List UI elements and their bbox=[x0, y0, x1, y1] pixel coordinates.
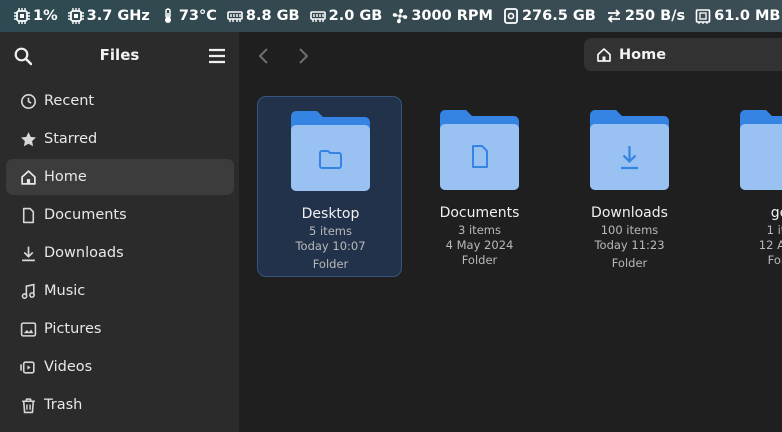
temperature-stat: 73°C bbox=[160, 8, 217, 24]
sidebar-places-list: Recent Starred Home Documents Downloads … bbox=[6, 83, 234, 425]
sidebar-item-label: Documents bbox=[44, 207, 127, 223]
gpu-memory-value: 61.0 MB bbox=[714, 8, 781, 24]
file-item-count: 3 items bbox=[458, 223, 501, 237]
file-tile-documents[interactable]: Documents 3 items 4 May 2024 Folder bbox=[407, 96, 552, 277]
star-icon bbox=[21, 131, 36, 146]
pathbar-location-label: Home bbox=[619, 46, 667, 63]
sidebar: Files Recent Starred Home Documents Down… bbox=[0, 32, 239, 432]
sidebar-item-videos[interactable]: Videos bbox=[6, 349, 234, 385]
fan-value: 3000 RPM bbox=[411, 8, 493, 24]
file-name: ge bbox=[770, 205, 782, 221]
sidebar-item-pictures[interactable]: Pictures bbox=[6, 311, 234, 347]
sidebar-item-label: Recent bbox=[44, 93, 95, 109]
file-type: Folder bbox=[461, 253, 498, 267]
home-icon bbox=[21, 169, 36, 185]
folder-icon bbox=[590, 110, 669, 190]
file-item-count: 5 items bbox=[309, 224, 352, 238]
file-type: Fold bbox=[767, 253, 782, 267]
music-icon bbox=[21, 283, 35, 299]
sidebar-item-recent[interactable]: Recent bbox=[6, 83, 234, 119]
sidebar-header: Files bbox=[0, 32, 239, 78]
file-name: Desktop bbox=[301, 206, 360, 222]
disk-stat: 276.5 GB bbox=[503, 8, 596, 24]
swap-stat: 2.0 GB bbox=[309, 8, 383, 24]
gpu-memory-stat: 61.0 MB bbox=[695, 8, 780, 24]
file-modified-date: 12 Apri bbox=[758, 238, 782, 252]
file-modified-date: Today 11:23 bbox=[594, 238, 665, 252]
main-content: Home Desktop 5 items Today 10:07 Folder … bbox=[239, 32, 782, 432]
sidebar-item-label: Starred bbox=[44, 131, 98, 147]
folder-icon bbox=[291, 111, 370, 191]
sidebar-item-music[interactable]: Music bbox=[6, 273, 234, 309]
gpu-icon bbox=[695, 9, 711, 24]
hamburger-menu-icon[interactable] bbox=[207, 46, 227, 66]
sidebar-item-label: Home bbox=[44, 169, 87, 185]
memory-icon bbox=[227, 11, 243, 22]
file-name: Downloads bbox=[591, 205, 668, 221]
file-modified-date: 4 May 2024 bbox=[445, 238, 514, 252]
file-type: Folder bbox=[611, 256, 648, 270]
cpu-frequency-stat: 3.7 GHz bbox=[67, 8, 150, 24]
network-value: 250 B/s bbox=[624, 8, 686, 24]
sidebar-item-documents[interactable]: Documents bbox=[6, 197, 234, 233]
file-name: Documents bbox=[439, 205, 520, 221]
sidebar-item-downloads[interactable]: Downloads bbox=[6, 235, 234, 271]
memory-stat: 8.8 GB bbox=[227, 8, 300, 24]
sidebar-item-home[interactable]: Home bbox=[6, 159, 234, 195]
clock-icon bbox=[21, 93, 36, 109]
file-tile-desktop[interactable]: Desktop 5 items Today 10:07 Folder bbox=[257, 96, 402, 277]
cpu-usage-value: 1% bbox=[33, 8, 58, 24]
memory-icon bbox=[309, 11, 326, 22]
download-icon bbox=[22, 246, 35, 261]
location-pathbar[interactable]: Home bbox=[584, 38, 782, 71]
sidebar-item-label: Pictures bbox=[44, 321, 102, 337]
cpu-frequency-value: 3.7 GHz bbox=[86, 8, 150, 24]
file-tile-partial[interactable]: ge 1 ite 12 Apri Fold bbox=[707, 96, 782, 277]
trash-icon bbox=[22, 397, 35, 413]
disk-value: 276.5 GB bbox=[521, 8, 596, 24]
sidebar-item-label: Videos bbox=[44, 359, 93, 375]
sidebar-item-label: Trash bbox=[44, 397, 83, 413]
cpu-icon bbox=[67, 8, 84, 24]
file-item-count: 100 items bbox=[600, 223, 659, 237]
sidebar-item-label: Music bbox=[44, 283, 86, 299]
file-item-count: 1 ite bbox=[766, 223, 782, 237]
thermometer-icon bbox=[164, 8, 171, 23]
network-arrows-icon bbox=[607, 9, 621, 23]
file-tile-downloads[interactable]: Downloads 100 items Today 11:23 Folder bbox=[557, 96, 702, 277]
cpu-usage-stat: 1% bbox=[14, 8, 58, 24]
sidebar-item-starred[interactable]: Starred bbox=[6, 121, 234, 157]
folder-icon bbox=[740, 110, 782, 190]
back-arrow-icon[interactable] bbox=[252, 44, 276, 68]
file-type: Folder bbox=[312, 257, 349, 271]
swap-value: 2.0 GB bbox=[328, 8, 383, 24]
network-stat: 250 B/s bbox=[606, 8, 685, 24]
memory-value: 8.8 GB bbox=[245, 8, 300, 24]
sidebar-item-label: Downloads bbox=[44, 245, 124, 261]
folder-icon bbox=[440, 110, 519, 190]
document-icon bbox=[22, 207, 35, 223]
forward-arrow-icon[interactable] bbox=[291, 44, 315, 68]
disk-icon bbox=[504, 8, 518, 24]
fan-icon bbox=[393, 8, 408, 24]
home-icon bbox=[597, 47, 611, 62]
cpu-icon bbox=[14, 8, 30, 24]
file-modified-date: Today 10:07 bbox=[295, 239, 366, 253]
system-status-bar: 1% 3.7 GHz 73°C 8.8 GB 2.0 GB 3000 RPM 2… bbox=[0, 0, 782, 32]
app-title: Files bbox=[99, 46, 140, 64]
video-icon bbox=[20, 360, 35, 374]
picture-icon bbox=[20, 321, 37, 337]
temperature-value: 73°C bbox=[178, 8, 217, 24]
fan-stat: 3000 RPM bbox=[392, 8, 493, 24]
sidebar-item-trash[interactable]: Trash bbox=[6, 387, 234, 423]
